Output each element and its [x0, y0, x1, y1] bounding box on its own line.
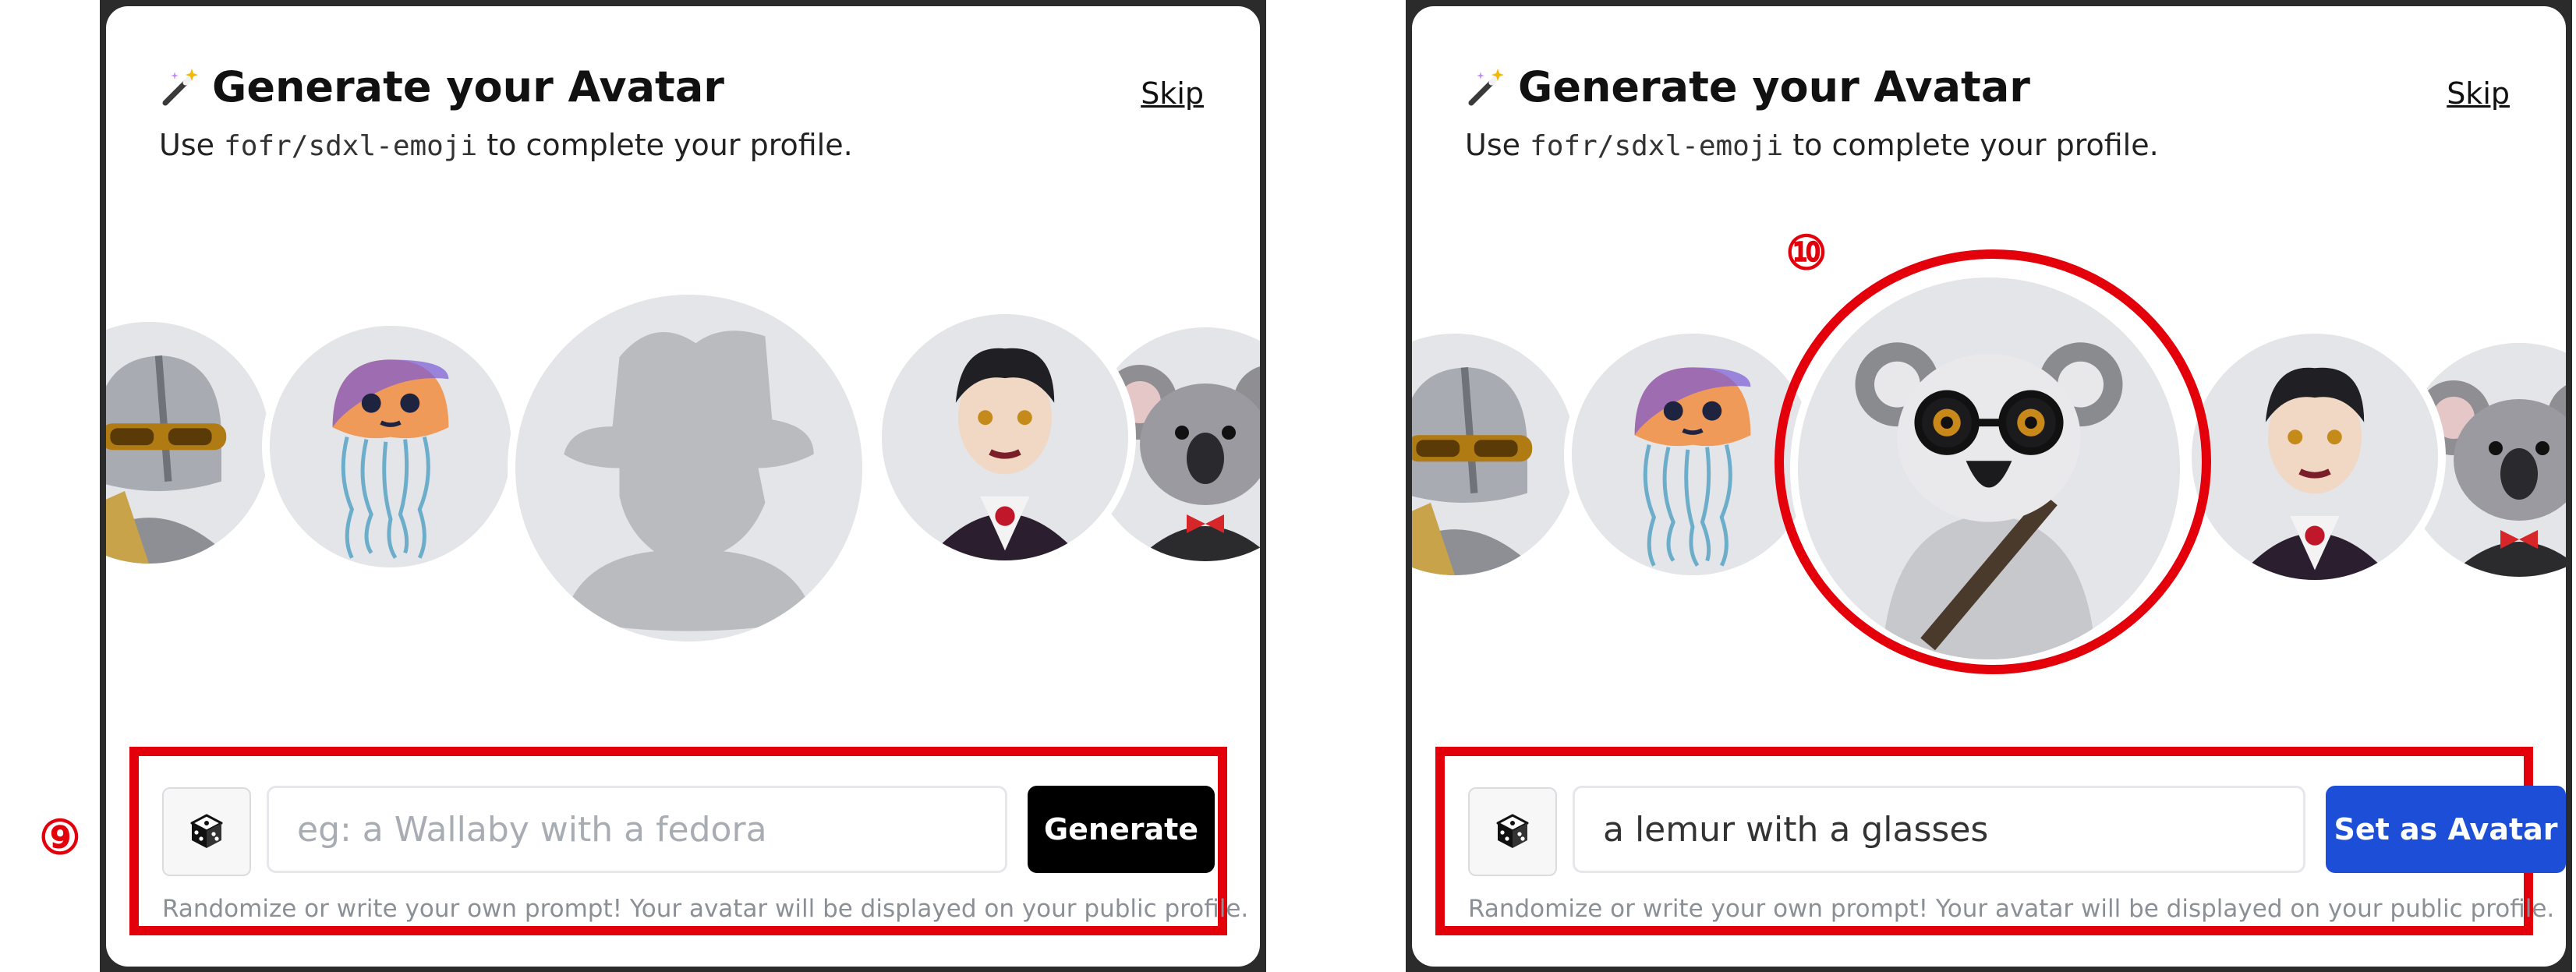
- dialog-subtitle: Use fofr/sdxl-emoji to complete your pro…: [159, 128, 853, 162]
- prompt-input[interactable]: [1573, 786, 2305, 873]
- model-name: fofr/sdxl-emoji: [224, 130, 478, 162]
- subtitle-suffix: to complete your profile.: [477, 128, 853, 162]
- callout-9: ⑨: [39, 811, 81, 865]
- magic-wand-icon: [1468, 68, 1504, 105]
- selection-ring: [1775, 249, 2211, 674]
- help-text: Randomize or write your own prompt! Your…: [1468, 895, 2555, 923]
- dice-icon: [1496, 814, 1529, 848]
- avatar-knight[interactable]: [106, 314, 278, 571]
- avatar-vampire[interactable]: [874, 306, 1136, 568]
- skip-link[interactable]: Skip: [2447, 76, 2510, 111]
- dice-icon: [190, 814, 223, 848]
- subtitle-suffix: to complete your profile.: [1783, 128, 2159, 162]
- prompt-section: Set as Avatar Randomize or write your ow…: [1435, 747, 2566, 935]
- avatar-dialog-before: Generate your Avatar Use fofr/sdxl-emoji…: [100, 0, 1266, 972]
- avatar-placeholder[interactable]: [508, 287, 870, 649]
- randomize-button[interactable]: [162, 787, 251, 876]
- dialog-title: Generate your Avatar: [212, 62, 724, 111]
- avatar-knight[interactable]: [1412, 326, 1583, 583]
- dialog-subtitle: Use fofr/sdxl-emoji to complete your pro…: [1465, 128, 2159, 162]
- magic-wand-icon: [162, 68, 198, 105]
- subtitle-prefix: Use: [1465, 128, 1530, 162]
- skip-link[interactable]: Skip: [1141, 76, 1204, 111]
- help-text: Randomize or write your own prompt! Your…: [162, 895, 1249, 923]
- avatar-carousel: [106, 287, 1260, 677]
- dialog-title: Generate your Avatar: [1518, 62, 2030, 111]
- set-as-avatar-button[interactable]: Set as Avatar: [2326, 786, 2566, 873]
- avatar-jellyfish[interactable]: [262, 318, 519, 575]
- avatar-card: Generate your Avatar Use fofr/sdxl-emoji…: [106, 6, 1260, 967]
- randomize-button[interactable]: [1468, 787, 1557, 876]
- callout-10: ⑩: [1785, 226, 1828, 281]
- model-name: fofr/sdxl-emoji: [1530, 130, 1784, 162]
- avatar-vampire[interactable]: [2184, 326, 2446, 588]
- title-row: Generate your Avatar: [159, 62, 724, 111]
- title-row: Generate your Avatar: [1465, 62, 2030, 111]
- prompt-input[interactable]: [267, 786, 1007, 873]
- prompt-section: Generate Randomize or write your own pro…: [129, 747, 1248, 935]
- generate-button[interactable]: Generate: [1028, 786, 1215, 873]
- subtitle-prefix: Use: [159, 128, 225, 162]
